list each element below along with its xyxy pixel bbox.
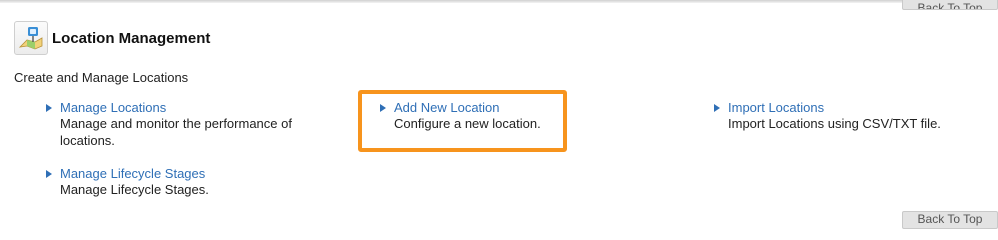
list-item-manage-lifecycle-stages: Manage Lifecycle Stages Manage Lifecycle… — [45, 166, 325, 198]
import-locations-link[interactable]: Import Locations — [728, 100, 824, 115]
section-title: Location Management — [52, 29, 211, 47]
bullet-arrow-icon — [45, 103, 54, 112]
section-header: Location Management — [14, 20, 210, 56]
list-item-manage-locations: Manage Locations Manage and monitor the … — [45, 100, 325, 149]
manage-locations-link[interactable]: Manage Locations — [60, 100, 166, 115]
bullet-arrow-icon — [713, 103, 722, 112]
map-location-icon — [14, 21, 48, 55]
bullet-arrow-icon — [45, 169, 54, 178]
back-to-top-button-bottom[interactable]: Back To Top — [902, 211, 998, 229]
import-locations-description: Import Locations using CSV/TXT file. — [728, 116, 941, 131]
manage-lifecycle-stages-description: Manage Lifecycle Stages. — [60, 182, 209, 197]
manage-locations-description: Manage and monitor the performance of lo… — [60, 116, 292, 148]
highlight-box — [358, 90, 567, 152]
manage-lifecycle-stages-link[interactable]: Manage Lifecycle Stages — [60, 166, 205, 181]
top-divider — [0, 0, 998, 3]
section-description: Create and Manage Locations — [14, 70, 189, 85]
list-item-import-locations: Import Locations Import Locations using … — [713, 100, 993, 132]
back-to-top-button-top[interactable]: Back To Top — [902, 0, 998, 10]
